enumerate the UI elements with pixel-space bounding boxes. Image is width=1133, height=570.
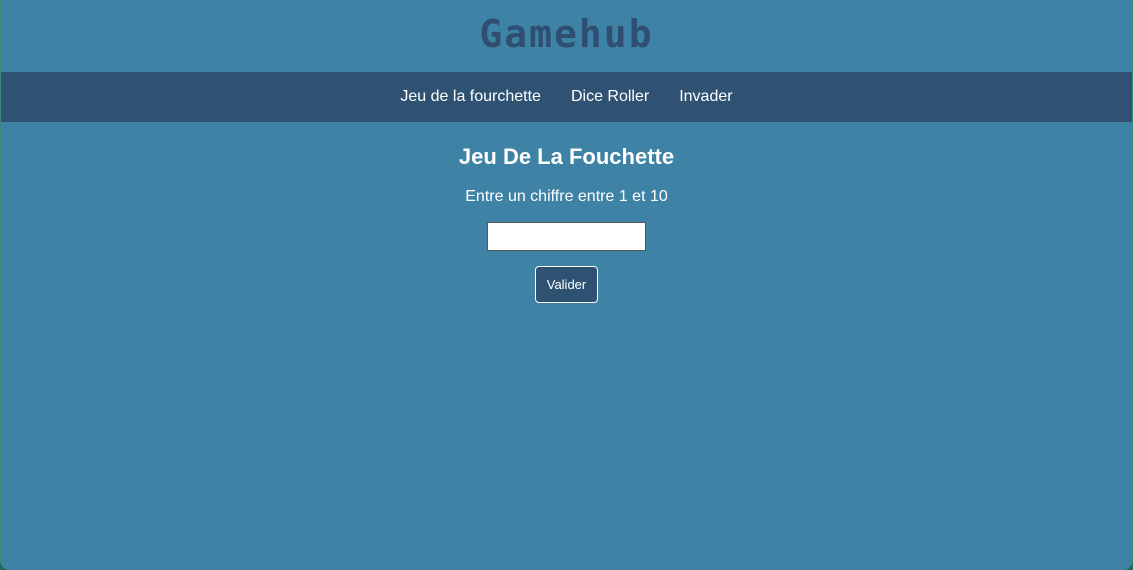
game-title: Jeu De La Fouchette [458, 144, 675, 169]
number-input[interactable] [487, 222, 646, 251]
nav-link-invader[interactable]: Invader [679, 88, 732, 106]
main-nav: Jeu de la fourchette Dice Roller Invader [1, 72, 1132, 122]
validate-button[interactable]: Valider [535, 266, 598, 303]
site-header: Gamehub [1, 0, 1132, 72]
gamehub-logo[interactable]: Gamehub [479, 15, 653, 53]
game-section: Jeu De La Fouchette Entre un chiffre ent… [1, 122, 1132, 303]
nav-link-jeu-de-la-fourchette[interactable]: Jeu de la fourchette [400, 88, 541, 106]
app-window: Gamehub Jeu de la fourchette Dice Roller… [0, 0, 1133, 570]
nav-link-dice-roller[interactable]: Dice Roller [571, 88, 649, 106]
game-instruction: Entre un chiffre entre 1 et 10 [465, 188, 668, 205]
